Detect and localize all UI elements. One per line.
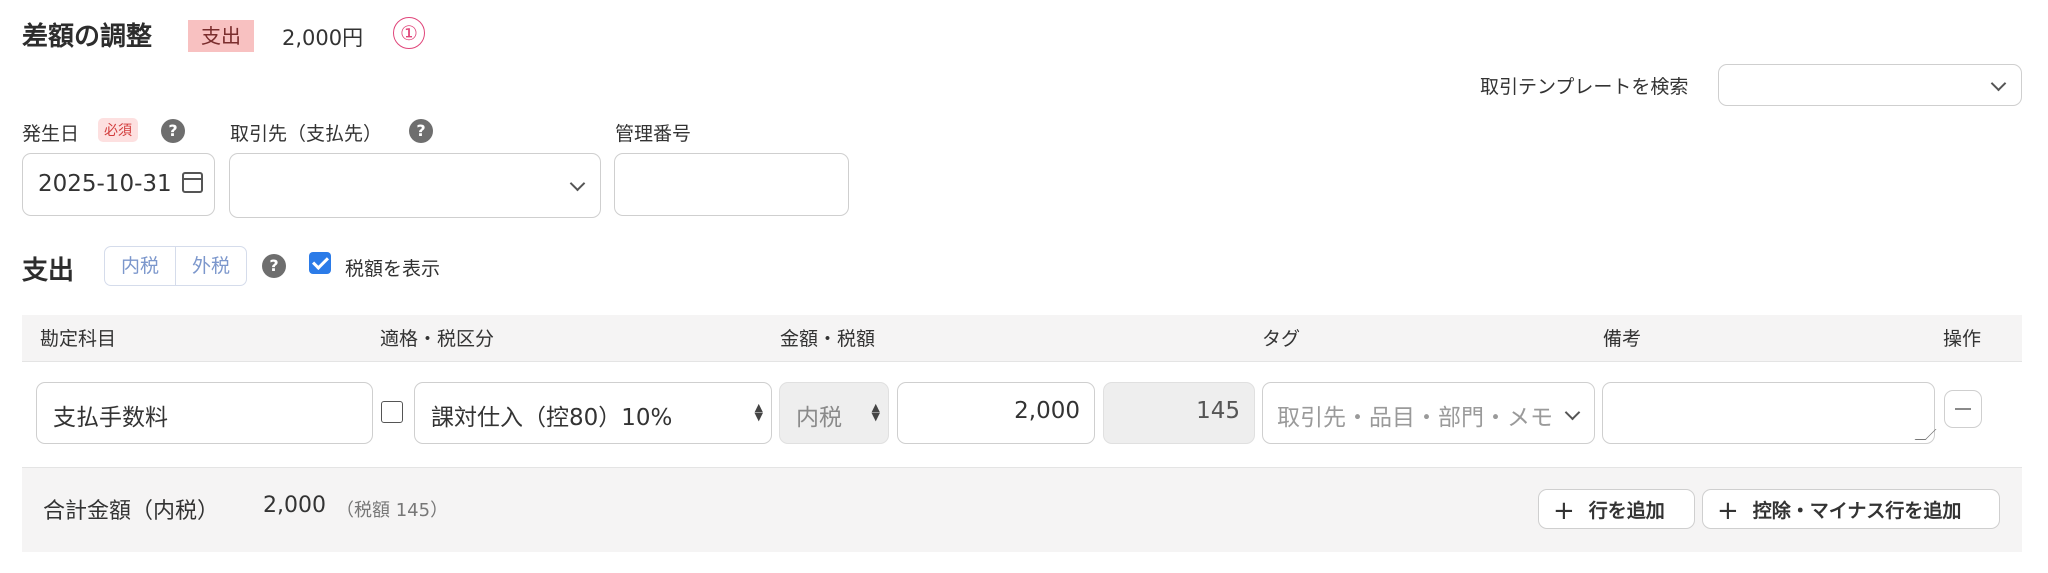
qualified-invoice-checkbox[interactable] xyxy=(381,401,403,423)
plus-icon: + xyxy=(1553,496,1575,526)
partner-label: 取引先（支払先） xyxy=(230,123,383,145)
remove-row-button[interactable] xyxy=(1944,390,1982,428)
show-tax-checkbox[interactable] xyxy=(309,252,331,274)
chevron-down-icon xyxy=(569,175,586,192)
ref-number-label: 管理番号 xyxy=(615,123,692,145)
total-label: 合計金額（内税） xyxy=(43,499,220,524)
column-header-account: 勘定科目 xyxy=(40,328,117,350)
column-header-memo: 備考 xyxy=(1603,328,1642,350)
total-value: 2,000 xyxy=(263,493,326,518)
tax-mode-select[interactable]: 内税 ▲ ▼ xyxy=(779,382,889,444)
column-header-amount: 金額・税額 xyxy=(780,328,876,350)
add-row-button[interactable]: + 行を追加 xyxy=(1538,489,1695,529)
ref-number-input[interactable] xyxy=(614,153,849,216)
tags-placeholder: 取引先・品目・部門・メモ xyxy=(1277,405,1553,431)
help-icon[interactable]: ? xyxy=(262,254,286,278)
add-row-label: 行を追加 xyxy=(1588,500,1665,522)
select-arrows-icon: ▲ ▼ xyxy=(871,401,880,423)
memo-textarea[interactable] xyxy=(1602,382,1937,444)
show-tax-label: 税額を表示 xyxy=(345,258,441,280)
account-value: 支払手数料 xyxy=(53,405,168,431)
select-arrows-icon: ▲ ▼ xyxy=(754,401,763,423)
column-header-tag: タグ xyxy=(1262,328,1301,350)
tax-category-select[interactable]: 課対仕入（控80）10% ▲ ▼ xyxy=(414,382,772,444)
expense-section-title: 支出 xyxy=(22,256,75,286)
partner-select[interactable] xyxy=(229,153,601,218)
column-header-tax-category: 適格・税区分 xyxy=(380,328,495,350)
type-badge: 支出 xyxy=(188,20,254,52)
header-amount: 2,000円 xyxy=(282,26,364,50)
column-header-actions: 操作 xyxy=(1943,328,1982,350)
tax-mode-inclusive-tab[interactable]: 内税 xyxy=(104,246,176,286)
calendar-icon[interactable] xyxy=(182,172,203,193)
amount-value: 2,000 xyxy=(1014,398,1080,424)
tax-category-value: 課対仕入（控80）10% xyxy=(431,405,673,431)
tags-select[interactable]: 取引先・品目・部門・メモ xyxy=(1262,382,1595,444)
help-icon[interactable]: ? xyxy=(161,119,185,143)
required-badge: 必須 xyxy=(98,118,138,142)
template-search-label: 取引テンプレートを検索 xyxy=(1480,76,1689,98)
chevron-down-icon xyxy=(1990,75,2007,92)
tax-note: （税額 145） xyxy=(336,500,449,521)
template-search-select[interactable] xyxy=(1718,64,2022,106)
issue-date-value: 2025-10-31 xyxy=(38,171,172,197)
plus-icon: + xyxy=(1717,496,1739,526)
tax-amount-value: 145 xyxy=(1196,398,1240,424)
tax-mode-exclusive-tab[interactable]: 外税 xyxy=(175,246,247,286)
amount-input[interactable]: 2,000 xyxy=(897,382,1095,444)
tax-mode-value: 内税 xyxy=(796,405,842,431)
step-marker: ① xyxy=(393,17,425,49)
page-title: 差額の調整 xyxy=(22,22,153,52)
add-deduction-row-button[interactable]: + 控除・マイナス行を追加 xyxy=(1702,489,2000,529)
table-header xyxy=(22,315,2022,362)
chevron-down-icon xyxy=(1564,404,1581,421)
add-deduction-label: 控除・マイナス行を追加 xyxy=(1752,500,1962,522)
help-icon[interactable]: ? xyxy=(409,119,433,143)
issue-date-label: 発生日 xyxy=(22,123,80,145)
resize-handle-icon[interactable] xyxy=(1914,429,1937,440)
account-input[interactable]: 支払手数料 xyxy=(36,382,373,444)
tax-amount-field: 145 xyxy=(1103,382,1255,444)
